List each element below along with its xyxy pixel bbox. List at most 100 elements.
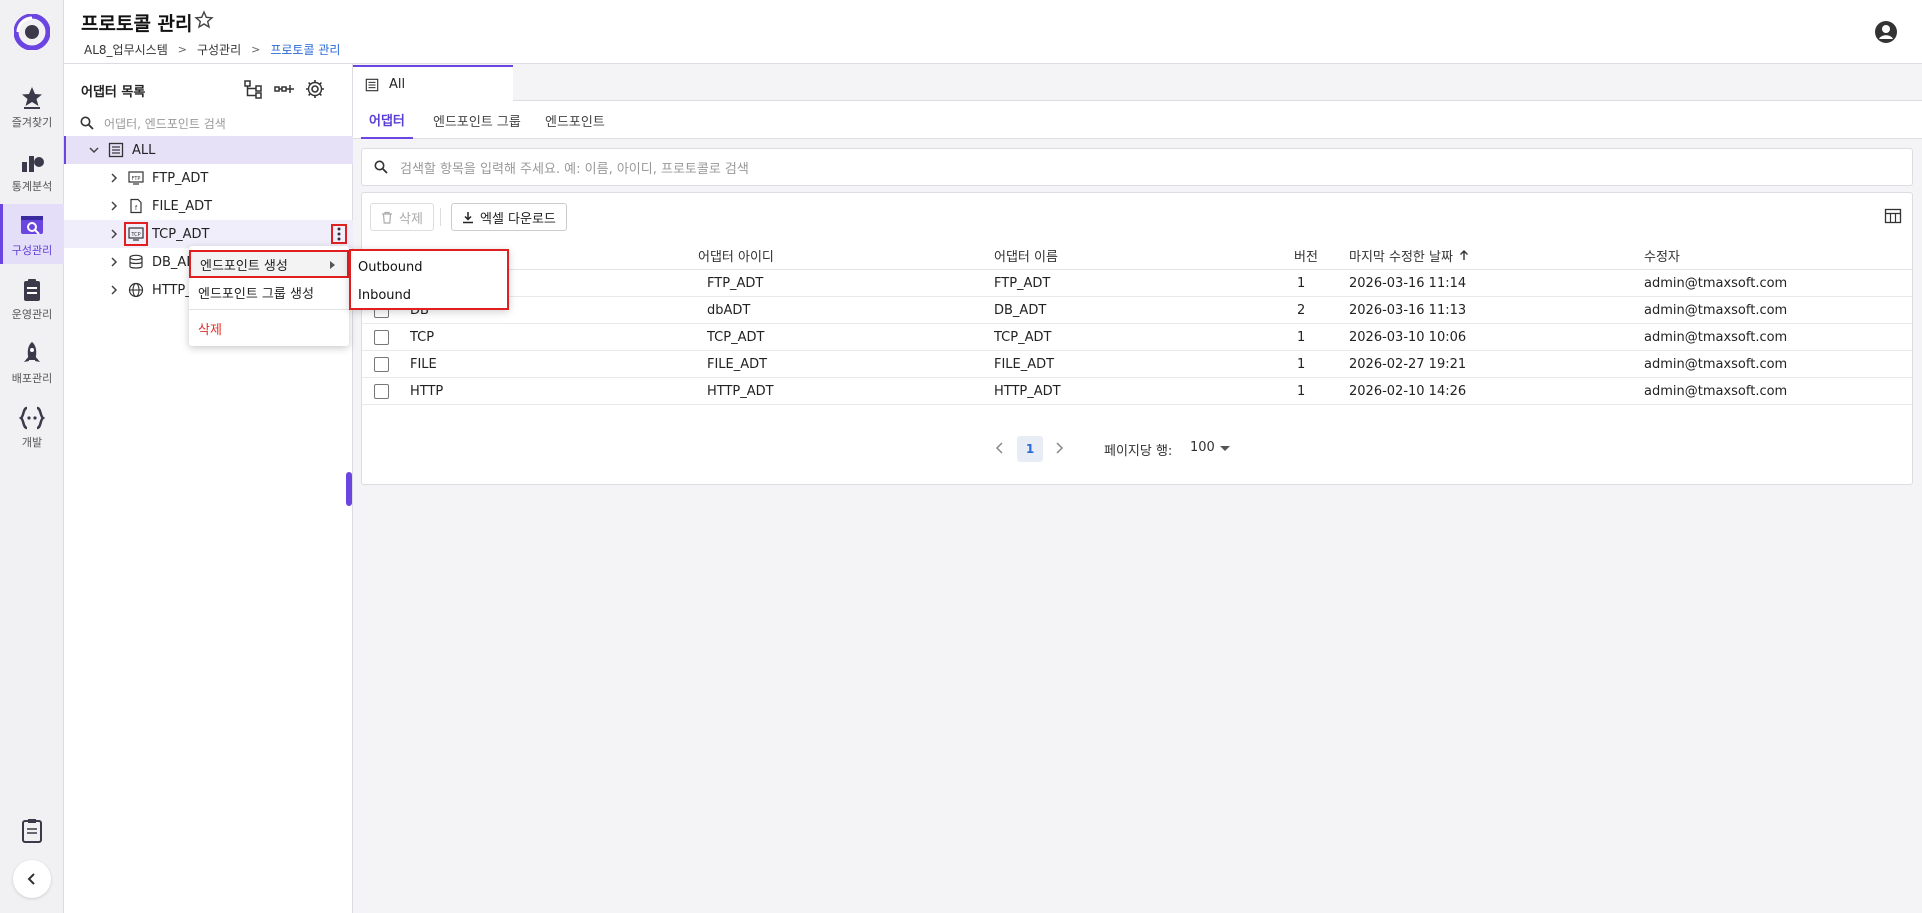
collapse-nav-button[interactable] [13,860,51,898]
rail-item-development[interactable]: 개발 [0,396,64,456]
rows-per-page-label: 페이지당 행: [1104,444,1173,459]
app-logo-icon[interactable] [14,14,50,50]
nav-rail: 즐겨찾기 통계분석 구성관리 운영관리 배포관리 개발 [0,0,64,913]
cell-user: admin@tmaxsoft.com [1644,330,1788,345]
table-row[interactable]: FILE FILE_ADT FILE_ADT 1 2026-02-27 19:2… [362,351,1912,378]
svg-text:TCP: TCP [130,232,140,238]
caret-down-icon[interactable] [1220,446,1230,451]
menu-item-label: 엔드포인트 생성 [200,258,288,274]
tcp-icon: TCP [124,222,148,246]
menu-item-create-endpoint[interactable]: 엔드포인트 생성 [189,250,349,278]
rail-label: 즐겨찾기 [11,116,53,129]
chevron-down-icon[interactable] [88,144,100,156]
tab-all[interactable]: All [353,65,513,102]
chevron-right-icon[interactable] [1050,439,1068,457]
submenu-item-outbound[interactable]: Outbound [351,253,507,281]
menu-item-label: 엔드포인트 그룹 생성 [198,286,314,302]
excel-download-label: 엑셀 다운로드 [480,211,556,227]
sort-ascending-icon [1459,250,1468,260]
table-row[interactable]: DB dbADT DB_ADT 2 2026-03-16 11:13 admin… [362,297,1912,324]
cell-date: 2026-02-10 14:26 [1349,384,1467,399]
page-number-current[interactable]: 1 [1017,436,1043,462]
user-account-icon[interactable] [1874,20,1898,44]
breadcrumb-current[interactable]: 프로토콜 관리 [270,41,340,58]
excel-download-button[interactable]: 엑셀 다운로드 [451,203,567,231]
tree-item-label: FTP_ADT [152,170,209,186]
more-options-button[interactable] [331,224,347,244]
rail-item-statistics[interactable]: 통계분석 [0,140,64,200]
column-header[interactable]: 버전 [1294,240,1318,270]
menu-item-label: 삭제 [198,322,222,338]
content-search-input[interactable]: 검색할 항목을 입력해 주세요. 예: 이름, 아이디, 프로토콜로 검색 [361,148,1913,186]
tree-root-all[interactable]: ALL [64,136,353,164]
cell-type: HTTP [410,384,444,399]
cell-id: HTTP_ADT [707,384,774,399]
tree-expand-icon[interactable] [242,78,264,100]
rows-per-page-select[interactable]: 100 [1190,440,1215,455]
breadcrumb-item[interactable]: 구성관리 [197,41,241,58]
main-content: All 어댑터 엔드포인트 그룹 엔드포인트 검색할 항목을 입력해 주세요. … [353,64,1922,913]
add-node-icon[interactable] [273,78,295,100]
cell-name: FILE_ADT [994,357,1055,372]
row-checkbox[interactable] [374,357,389,372]
table-row[interactable]: TCP TCP_ADT TCP_ADT 1 2026-03-10 10:06 a… [362,324,1912,351]
svg-text:f: f [135,205,138,212]
cell-date: 2026-02-27 19:21 [1349,357,1467,372]
sub-tab-bar: 어댑터 엔드포인트 그룹 엔드포인트 [353,101,1922,139]
tree-item-tcp-adt[interactable]: TCP TCP_ADT [64,220,353,248]
cell-id: FILE_ADT [707,357,768,372]
list-icon [108,142,124,158]
tab-endpoint-group[interactable]: 엔드포인트 그룹 [433,101,521,139]
cell-name: HTTP_ADT [994,384,1061,399]
chevron-right-icon[interactable] [108,172,120,184]
log-icon[interactable] [20,818,44,844]
menu-item-create-endpoint-group[interactable]: 엔드포인트 그룹 생성 [189,278,349,306]
column-header[interactable]: 어댑터 이름 [994,240,1058,270]
submenu-item-inbound[interactable]: Inbound [351,281,507,309]
list-icon [365,78,379,91]
chevron-right-icon[interactable] [108,200,120,212]
tree-search-input[interactable]: 어댑터, 엔드포인트 검색 [80,110,340,136]
chevron-left-icon[interactable] [991,439,1009,457]
top-tab-bar: All [353,64,1922,102]
chevron-right-icon[interactable] [108,284,120,296]
rail-item-operations[interactable]: 운영관리 [0,268,64,328]
tree-item-ftp-adt[interactable]: FTP FTP_ADT [64,164,353,192]
chevron-right-icon[interactable] [108,256,120,268]
table-row[interactable]: HTTP HTTP_ADT HTTP_ADT 1 2026-02-10 14:2… [362,378,1912,405]
cell-id: TCP_ADT [707,330,765,345]
cell-user: admin@tmaxsoft.com [1644,357,1788,372]
rail-item-favorites[interactable]: 즐겨찾기 [0,76,64,136]
column-header[interactable]: 어댑터 아이디 [698,240,774,270]
file-icon: f [130,198,142,214]
content-search-placeholder: 검색할 항목을 입력해 주세요. 예: 이름, 아이디, 프로토콜로 검색 [400,161,749,177]
tab-endpoint[interactable]: 엔드포인트 [545,101,605,139]
panel-resize-handle[interactable] [346,472,352,506]
favorite-star-icon[interactable] [194,10,214,30]
page-title: 프로토콜 관리 [81,13,193,35]
menu-item-delete[interactable]: 삭제 [189,314,349,342]
delete-button[interactable]: 삭제 [370,203,434,231]
clipboard-icon [24,279,40,301]
cell-name: TCP_ADT [994,330,1052,345]
database-icon [129,254,143,269]
row-checkbox[interactable] [374,384,389,399]
column-settings-icon[interactable] [1884,207,1902,225]
cell-version: 1 [1297,330,1306,345]
tree-item-file-adt[interactable]: f FILE_ADT [64,192,353,220]
rail-item-deployment[interactable]: 배포관리 [0,332,64,392]
cell-user: admin@tmaxsoft.com [1644,276,1788,291]
chevron-right-icon[interactable] [108,228,120,240]
gear-icon[interactable] [304,78,326,100]
breadcrumb-item[interactable]: AL8_업무시스템 [84,41,168,58]
row-checkbox[interactable] [374,330,389,345]
rail-item-config[interactable]: 구성관리 [0,204,64,264]
tab-adapter[interactable]: 어댑터 [361,101,413,139]
table-row[interactable]: FTP FTP_ADT FTP_ADT 1 2026-03-16 11:14 a… [362,270,1912,297]
rail-label: 구성관리 [11,244,53,257]
column-header-sorted[interactable]: 마지막 수정한 날짜 [1349,240,1470,270]
cell-date: 2026-03-16 11:14 [1349,276,1467,291]
search-icon [80,116,94,130]
ftp-icon: FTP [128,171,144,185]
column-header[interactable]: 수정자 [1644,240,1680,270]
